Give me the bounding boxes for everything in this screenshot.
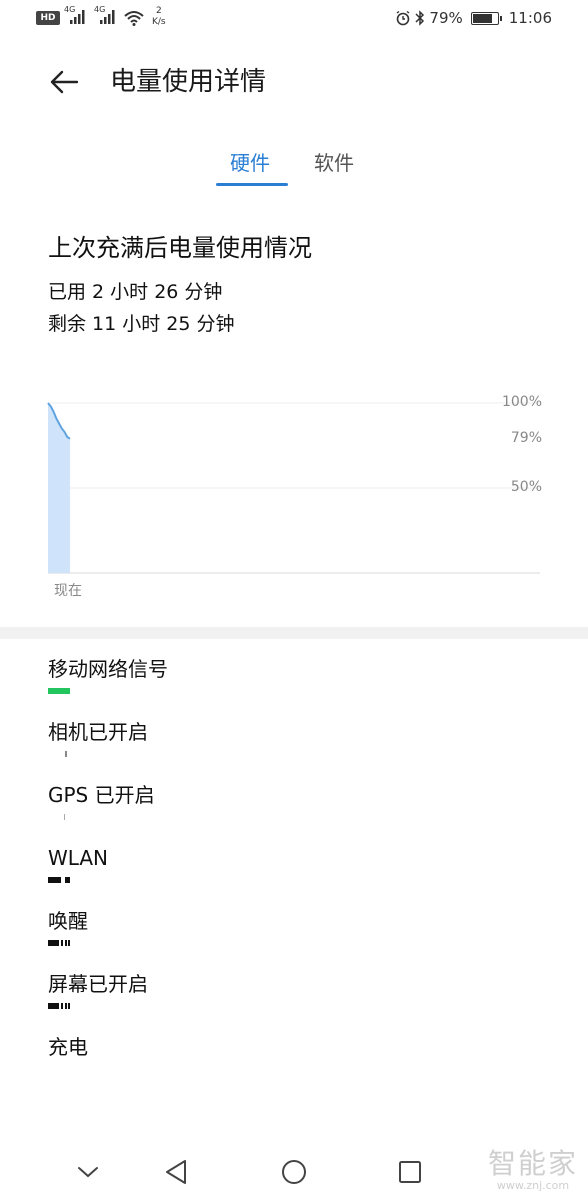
usage-segment	[64, 814, 65, 820]
back-arrow-icon	[50, 70, 79, 94]
usage-segment	[65, 940, 67, 946]
hw-item-camera[interactable]: 相机已开启	[48, 717, 548, 777]
usage-segment	[65, 1003, 67, 1009]
nav-hide-button[interactable]	[66, 1150, 110, 1194]
battery-level-fill	[472, 13, 492, 23]
wifi-icon	[124, 11, 144, 26]
usage-bar	[48, 877, 248, 883]
watermark-text: 智能家	[487, 1147, 578, 1180]
section-divider	[0, 627, 588, 639]
tab-software[interactable]: 软件	[314, 146, 354, 180]
hw-item-label: 唤醒	[48, 909, 88, 933]
active-tab-indicator	[216, 183, 288, 186]
chevron-down-icon	[78, 1167, 98, 1178]
circle-home-icon	[282, 1160, 306, 1184]
hw-item-label: 充电	[48, 1035, 88, 1059]
back-button[interactable]	[44, 62, 84, 102]
usage-segment	[68, 940, 70, 946]
hw-item-wakeup[interactable]: 唤醒	[48, 906, 548, 966]
page-title: 电量使用详情	[110, 67, 267, 97]
usage-segment	[65, 751, 67, 757]
usage-segment	[48, 940, 59, 946]
hw-item-label: GPS 已开启	[48, 783, 155, 807]
status-bar-left: HD 4G 4G 2 K/s	[36, 5, 166, 28]
network-speed: 2 K/s	[152, 6, 166, 28]
usage-bar	[48, 751, 248, 757]
usage-segment	[48, 877, 61, 883]
hw-item-label: 移动网络信号	[48, 657, 168, 681]
status-bar-right: 79% 11:06	[395, 9, 552, 27]
y-tick-50: 50%	[510, 479, 542, 495]
signal-icon-sim1: 4G	[64, 5, 90, 24]
remaining-time: 剩余 11 小时 25 分钟	[48, 313, 235, 335]
battery-icon	[470, 11, 502, 25]
usage-segment	[68, 1003, 70, 1009]
battery-chart-svg	[47, 402, 540, 574]
status-bar: HD 4G 4G 2 K/s 79% 11:06	[0, 0, 588, 38]
battery-area	[48, 403, 70, 573]
hd-badge: HD	[36, 11, 60, 25]
bluetooth-icon	[415, 10, 425, 26]
usage-segment	[48, 1003, 59, 1009]
network-speed-unit: K/s	[152, 17, 166, 27]
nav-home-button[interactable]	[272, 1150, 316, 1194]
nav-back-button[interactable]	[154, 1150, 198, 1194]
signal-icon-sim2: 4G	[94, 5, 120, 24]
hw-item-gps[interactable]: GPS 已开启	[48, 780, 548, 840]
alarm-icon	[397, 10, 410, 26]
nav-recents-button[interactable]	[388, 1150, 432, 1194]
title-bar: 电量使用详情	[0, 56, 588, 104]
clock: 11:06	[508, 9, 552, 27]
hw-item-charging[interactable]: 充电	[48, 1032, 548, 1092]
usage-segment	[61, 940, 63, 946]
tab-bar: 硬件 软件	[0, 142, 588, 188]
used-time: 已用 2 小时 26 分钟	[48, 281, 223, 303]
battery-chart: 100% 79% 50% 现在	[0, 380, 588, 610]
usage-segment	[48, 688, 70, 694]
hw-item-label: WLAN	[48, 846, 109, 870]
triangle-back-icon	[166, 1160, 186, 1184]
hw-item-label: 相机已开启	[48, 720, 148, 744]
hw-item-label: 屏幕已开启	[48, 972, 148, 996]
y-tick-79: 79%	[510, 430, 542, 446]
usage-summary-title: 上次充满后电量使用情况	[48, 234, 312, 262]
usage-bar	[48, 1003, 248, 1009]
usage-segment	[61, 1003, 63, 1009]
usage-bar	[48, 940, 248, 946]
y-tick-100: 100%	[501, 394, 542, 410]
battery-percent: 79%	[429, 9, 463, 27]
tab-hardware[interactable]: 硬件	[230, 146, 270, 180]
usage-bar	[48, 688, 248, 694]
usage-bar	[48, 814, 248, 820]
watermark-url: www.znj.com	[496, 1179, 570, 1192]
hw-item-mobile-signal[interactable]: 移动网络信号	[48, 654, 548, 714]
network-speed-value: 2	[155, 6, 162, 16]
usage-segment	[65, 877, 70, 883]
square-recents-icon	[399, 1161, 421, 1183]
hw-item-wlan[interactable]: WLAN	[48, 843, 548, 903]
x-label-now: 现在	[54, 583, 82, 599]
watermark: 智能家 www.znj.com	[488, 1148, 578, 1192]
hw-item-screen-on[interactable]: 屏幕已开启	[48, 969, 548, 1029]
